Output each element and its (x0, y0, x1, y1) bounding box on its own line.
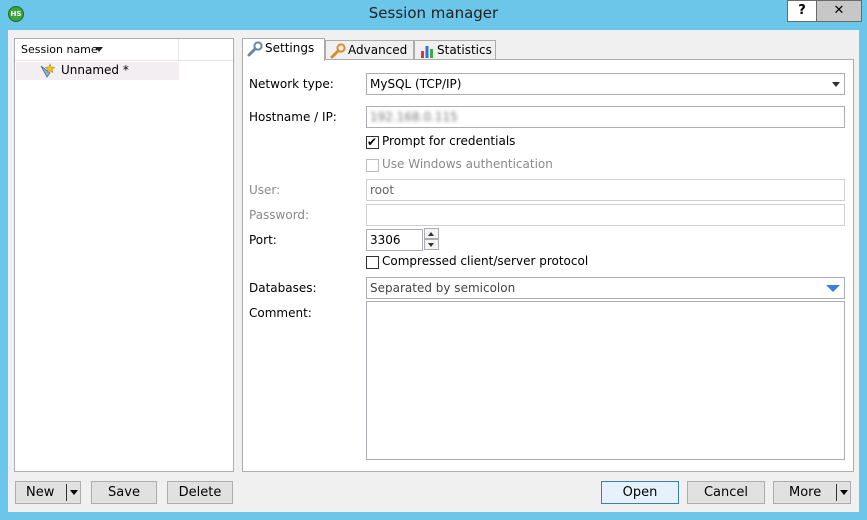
hostname-label: Hostname / IP: (249, 110, 337, 124)
tab-advanced[interactable]: Advanced (325, 40, 414, 60)
user-value: root (370, 183, 395, 197)
comment-textarea[interactable] (366, 301, 845, 460)
chevron-down-icon (832, 82, 840, 87)
wrench-orange-icon (330, 43, 346, 59)
port-spin-up-button[interactable] (424, 228, 439, 239)
sort-arrow-icon (95, 47, 103, 52)
password-input[interactable] (366, 204, 845, 226)
title-bar: HS Session manager ? ✕ (0, 0, 867, 28)
port-label: Port: (249, 233, 277, 247)
new-split-button[interactable]: New (15, 481, 81, 504)
network-type-select[interactable]: MySQL (TCP/IP) (366, 73, 845, 95)
hostname-value: 192.168.0.115 (370, 110, 458, 124)
save-button[interactable]: Save (91, 481, 157, 504)
session-name-header-label: Session name (21, 43, 98, 56)
more-button-label: More (789, 485, 822, 500)
new-button-label: New (26, 485, 55, 500)
tab-statistics-label: Statistics (437, 43, 492, 57)
port-input[interactable]: 3306 (366, 229, 423, 251)
delete-button[interactable]: Delete (167, 481, 233, 504)
open-button[interactable]: Open (601, 481, 679, 504)
settings-panel: Network type: MySQL (TCP/IP) Hostname / … (242, 59, 854, 472)
help-button[interactable]: ? (787, 0, 817, 22)
tree-header: Session name (15, 39, 233, 61)
password-label: Password: (249, 208, 310, 222)
more-split-button[interactable]: More (773, 481, 851, 504)
arrow-down-icon (428, 243, 434, 247)
port-spin-down-button[interactable] (424, 239, 439, 250)
databases-label: Databases: (249, 281, 317, 295)
network-type-label: Network type: (249, 77, 334, 91)
split-separator (66, 484, 67, 501)
chevron-down-icon[interactable] (70, 490, 78, 495)
chevron-down-icon[interactable] (840, 490, 848, 495)
hostname-input[interactable]: 192.168.0.115 (366, 106, 845, 128)
cancel-button[interactable]: Cancel (687, 481, 765, 504)
tab-advanced-label: Advanced (348, 43, 408, 57)
session-tree[interactable]: Session name Unnamed * (14, 38, 234, 472)
windows-auth-label[interactable]: Use Windows authentication (382, 157, 553, 171)
databases-placeholder: Separated by semicolon (370, 281, 516, 295)
user-label: User: (249, 183, 281, 197)
close-button[interactable]: ✕ (816, 0, 862, 22)
split-separator (836, 484, 837, 501)
dropdown-triangle-icon[interactable] (826, 285, 840, 292)
tree-item-session[interactable]: Unnamed * (16, 62, 179, 80)
tab-settings[interactable]: Settings (242, 38, 325, 61)
comment-label: Comment: (249, 306, 312, 320)
bar-chart-icon (421, 46, 433, 58)
session-item-label: Unnamed * (61, 63, 129, 77)
tab-settings-label: Settings (265, 41, 315, 55)
databases-input[interactable]: Separated by semicolon (366, 277, 845, 299)
compressed-protocol-label[interactable]: Compressed client/server protocol (382, 254, 588, 268)
session-name-column-header[interactable]: Session name (15, 39, 179, 60)
arrow-up-icon (428, 232, 434, 236)
network-type-value: MySQL (TCP/IP) (370, 77, 462, 91)
compressed-protocol-checkbox[interactable] (366, 256, 379, 269)
prompt-credentials-label[interactable]: Prompt for credentials (382, 134, 515, 148)
user-input[interactable]: root (366, 179, 845, 201)
checkmark-icon: ✔ (367, 135, 378, 149)
dialog-body: Session name Unnamed * Settings Advanced… (8, 30, 859, 512)
windows-auth-checkbox[interactable] (366, 159, 379, 172)
tab-statistics[interactable]: Statistics (414, 40, 496, 60)
wrench-icon (247, 41, 263, 57)
window-title: Session manager (368, 4, 499, 22)
session-star-icon (40, 63, 56, 78)
prompt-credentials-checkbox[interactable]: ✔ (366, 135, 379, 149)
port-value: 3306 (370, 233, 401, 247)
